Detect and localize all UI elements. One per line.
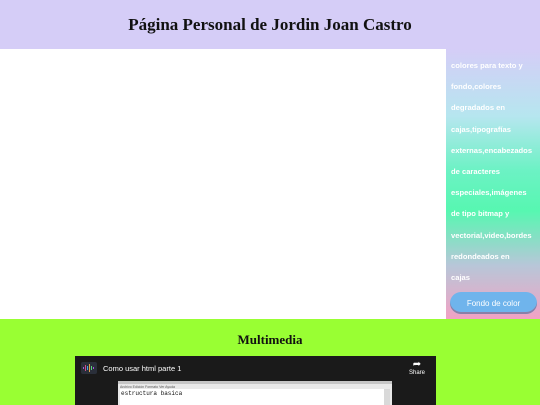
share-button[interactable]: ➦ Share (406, 359, 428, 377)
page-header: Página Personal de Jordin Joan Castro (0, 0, 540, 49)
video-title[interactable]: Como usar html parte 1 (103, 364, 181, 373)
sidebar-line: vectorial,video,bordes (451, 230, 532, 240)
sidebar-line: cajas (451, 273, 471, 283)
sidebar-line: especiales,imágenes (451, 188, 527, 198)
sidebar-line: de tipo bitmap y (451, 209, 510, 219)
video-player[interactable]: Como usar html parte 1 ➦ Share Archivo E… (75, 356, 436, 405)
window-titlebar (118, 381, 392, 384)
sidebar-line: colores para texto y (451, 61, 523, 70)
background-color-button[interactable]: Fondo de color (450, 292, 537, 314)
multimedia-section: Multimedia Como usar html parte 1 ➦ Shar… (0, 319, 540, 405)
share-label: Share (408, 370, 425, 376)
sidebar-line: redondeados en (451, 251, 510, 261)
share-icon: ➦ (412, 359, 422, 370)
sidebar-line: fondo,colores (451, 82, 502, 92)
editor-text: estructura basica (121, 390, 183, 397)
sidebar-line: externas,encabezados (451, 145, 533, 155)
editor-area: estructura basica (120, 389, 390, 405)
sidebar: colores para texto y fondo,colores degra… (446, 49, 540, 319)
sidebar-line: de caracteres (451, 167, 500, 177)
channel-logo-icon[interactable] (81, 362, 97, 374)
sidebar-line: cajas,tipografías (451, 124, 511, 134)
editor-scrollbar (384, 389, 390, 405)
video-frame: Archivo Edición Formato Ver Ayuda estruc… (118, 381, 392, 405)
multimedia-heading: Multimedia (237, 332, 303, 347)
page-title: Página Personal de Jordin Joan Castro (128, 14, 412, 34)
sidebar-line: degradados en (451, 103, 506, 113)
main-content (0, 49, 446, 319)
